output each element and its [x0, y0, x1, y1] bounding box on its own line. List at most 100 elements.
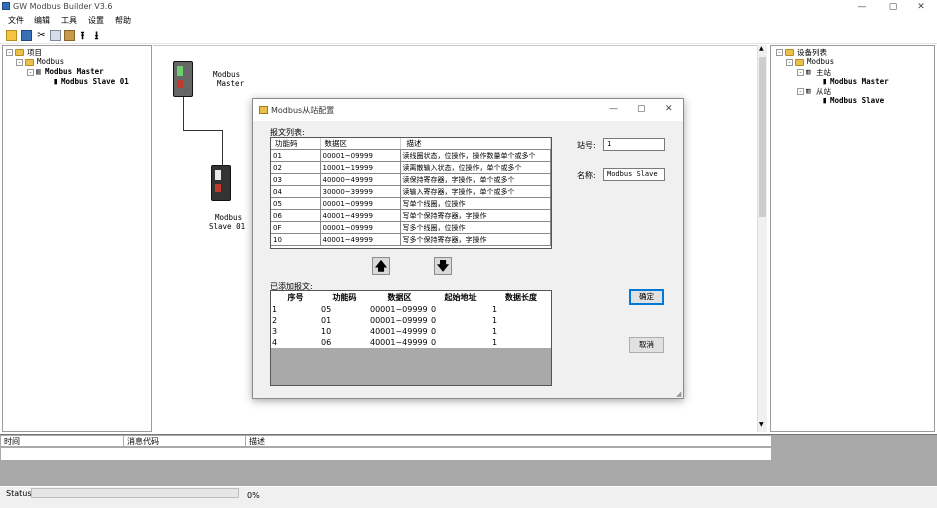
table-row[interactable]: 10500001~0999901 [271, 304, 551, 315]
tree-node-modbus[interactable]: Modbus [807, 57, 834, 66]
table-row[interactable]: 0640001~49999写单个保持寄存器，字操作 [271, 210, 551, 222]
scroll-up-icon[interactable]: ▲ [759, 45, 764, 52]
table-cell: 1 [271, 304, 320, 315]
log-col-time: 时间 [4, 436, 20, 447]
menu-edit[interactable]: 编辑 [34, 15, 50, 26]
slave-label-line2: Slave 01 [209, 222, 245, 231]
table-row[interactable]: 0210001~19999读离散输入状态，位操作，单个或多个 [271, 162, 551, 174]
tree-node-master[interactable]: Modbus Master [830, 77, 889, 86]
col-index[interactable]: 序号 [271, 291, 320, 304]
status-percent: 0% [247, 491, 260, 500]
log-col-code: 消息代码 [127, 436, 159, 447]
resize-grip-icon[interactable]: ◢ [676, 390, 681, 398]
connection-line [183, 97, 184, 130]
minimize-button[interactable]: — [845, 0, 879, 14]
folder-icon [785, 49, 794, 56]
table-cell: 00001~09999 [320, 222, 400, 234]
col-description[interactable]: 描述 [400, 138, 551, 150]
table-row[interactable]: 0F00001~09999写多个线圈，位操作 [271, 222, 551, 234]
table-row[interactable]: 0430000~39999读输入寄存器，字操作，单个或多个 [271, 186, 551, 198]
table-cell: 40001~49999 [320, 234, 400, 246]
table-cell: 30000~39999 [320, 186, 400, 198]
message-list-table: 功能码 数据区 描述 0100001~09999读线圈状态，位操作，操作数量单个… [270, 137, 552, 249]
log-row[interactable] [1, 448, 771, 460]
station-label: 站号: [577, 140, 596, 151]
table-row[interactable]: 20100001~0999901 [271, 315, 551, 326]
col-data-area[interactable]: 数据区 [369, 291, 430, 304]
master-label-line1: Modbus [213, 70, 240, 79]
slave-device-icon[interactable] [211, 165, 231, 201]
folder-icon [795, 59, 804, 66]
dialog-minimize-button[interactable]: — [609, 104, 618, 114]
collapse-icon[interactable]: - [786, 59, 793, 66]
table-cell: 00001~09999 [369, 315, 430, 326]
table-cell: 40000~49999 [320, 174, 400, 186]
collapse-icon[interactable]: - [6, 49, 13, 56]
copy-icon[interactable] [50, 30, 61, 41]
paste-icon[interactable] [64, 30, 75, 41]
dialog-maximize-button[interactable]: ▢ [637, 104, 646, 114]
table-cell: 01 [320, 315, 369, 326]
vertical-scrollbar[interactable]: ▲ ▼ [757, 45, 767, 432]
table-cell: 0F [271, 222, 320, 234]
app-icon [2, 2, 10, 10]
table-cell: 写多个线圈，位操作 [400, 222, 551, 234]
slave-device-icon: ▮ [822, 96, 827, 106]
tree-node-slave[interactable]: Modbus Slave 01 [61, 77, 129, 86]
collapse-icon[interactable]: - [797, 69, 804, 76]
table-row[interactable]: 0340000~49999读保持寄存器，字操作，单个或多个 [271, 174, 551, 186]
collapse-icon[interactable]: - [797, 88, 804, 95]
name-input[interactable]: Modbus Slave [603, 168, 665, 181]
table-cell: 40001~49999 [369, 337, 430, 348]
tree-node-slave[interactable]: Modbus Slave [830, 96, 884, 105]
table-cell: 写单个保持寄存器，字操作 [400, 210, 551, 222]
table-row[interactable]: 1040001~49999写多个保持寄存器，字操作 [271, 234, 551, 246]
move-down-icon[interactable]: 🡇 [434, 257, 452, 275]
menu-help[interactable]: 帮助 [115, 15, 131, 26]
status-bar: Status 0% [0, 487, 937, 508]
col-start-address[interactable]: 起始地址 [430, 291, 491, 304]
collapse-icon[interactable]: - [16, 59, 23, 66]
new-icon[interactable] [6, 30, 17, 41]
scrollbar-thumb[interactable] [759, 57, 766, 217]
table-row[interactable]: 0100001~09999读线圈状态，位操作，操作数量单个或多个 [271, 150, 551, 162]
menu-settings[interactable]: 设置 [88, 15, 104, 26]
cancel-button[interactable]: 取消 [629, 337, 664, 353]
close-button[interactable]: ✕ [904, 0, 937, 14]
dialog-close-button[interactable]: ✕ [665, 104, 673, 114]
download-icon[interactable]: ⭳ [91, 30, 102, 41]
table-cell: 01 [271, 150, 320, 162]
save-icon[interactable] [21, 30, 32, 41]
table-cell: 40001~49999 [320, 210, 400, 222]
move-up-icon[interactable]: 🡅 [372, 257, 390, 275]
col-function-code[interactable]: 功能码 [320, 291, 369, 304]
col-data-length[interactable]: 数据长度 [491, 291, 551, 304]
scroll-down-icon[interactable]: ▼ [759, 421, 764, 428]
ok-button[interactable]: 确定 [629, 289, 664, 305]
master-device-icon: ▥ [36, 67, 41, 76]
upload-icon[interactable]: ⭱ [77, 30, 88, 41]
table-cell: 0 [430, 337, 491, 348]
station-input[interactable]: 1 [603, 138, 665, 151]
master-device-icon[interactable] [173, 61, 193, 97]
title-bar [0, 0, 937, 14]
table-cell: 2 [271, 315, 320, 326]
table-cell: 00001~09999 [320, 150, 400, 162]
collapse-icon[interactable]: - [27, 69, 34, 76]
group-icon: ▥ [806, 67, 811, 76]
col-function-code[interactable]: 功能码 [271, 138, 320, 150]
slave-label-line1: Modbus [215, 213, 242, 222]
table-cell: 04 [271, 186, 320, 198]
table-row[interactable]: 40640001~4999901 [271, 337, 551, 348]
menu-file[interactable]: 文件 [8, 15, 24, 26]
table-row[interactable]: 31040001~4999901 [271, 326, 551, 337]
log-grid: 时间 消息代码 描述 [0, 434, 937, 486]
col-data-area[interactable]: 数据区 [320, 138, 400, 150]
cut-icon[interactable]: ✂ [36, 30, 47, 41]
menu-tools[interactable]: 工具 [61, 15, 77, 26]
table-row[interactable]: 0500001~09999写单个线圈，位操作 [271, 198, 551, 210]
tree-node-master[interactable]: Modbus Master [45, 67, 104, 76]
slave-device-icon: ▮ [53, 77, 58, 87]
collapse-icon[interactable]: - [776, 49, 783, 56]
tree-node-modbus[interactable]: Modbus [37, 57, 64, 66]
